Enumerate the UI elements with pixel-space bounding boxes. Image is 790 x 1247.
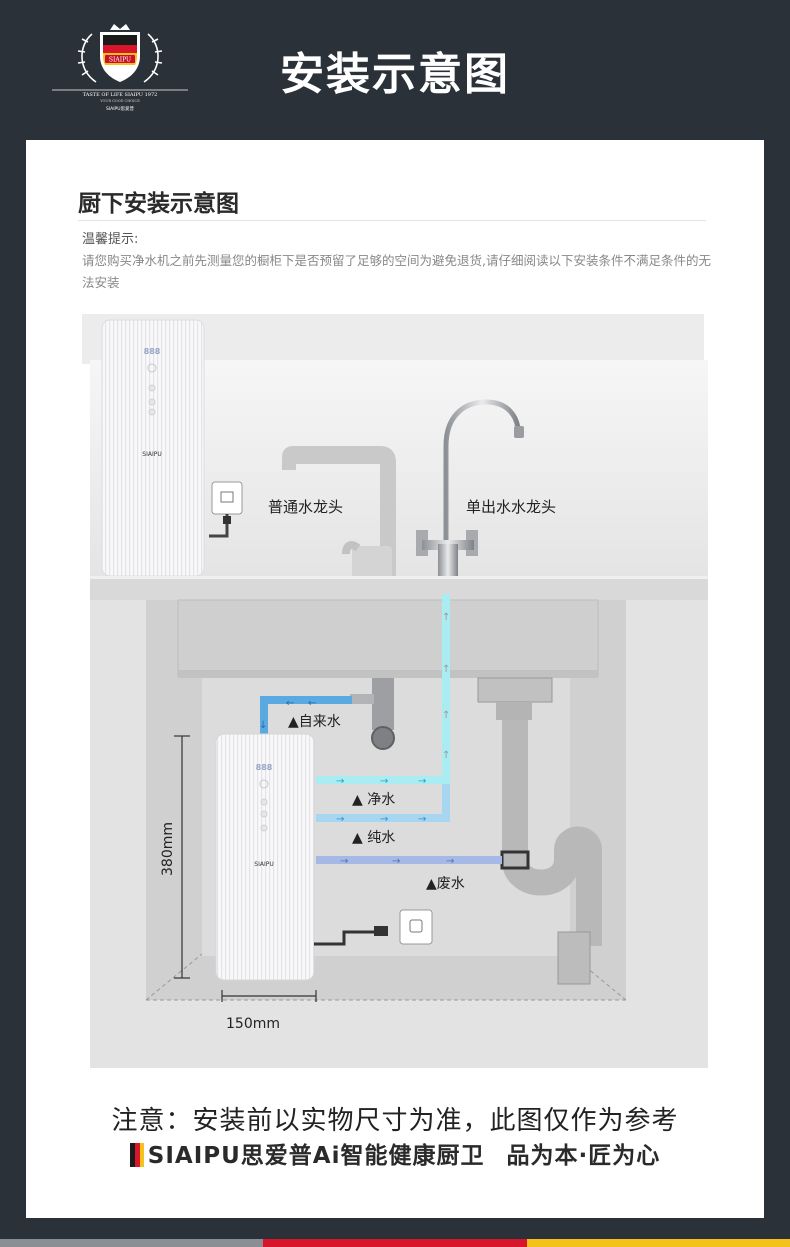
content-card: 厨下安装示意图 温馨提示: 请您购买净水机之前先测量您的橱柜下是否预留了足够的空… xyxy=(26,140,764,1218)
svg-text:→: → xyxy=(392,856,400,867)
label-single-faucet: 单出水水龙头 xyxy=(466,498,556,516)
brand-slogan: 品为本·匠为心 xyxy=(506,1143,661,1169)
tip-text: 请您购买净水机之前先测量您的橱柜下是否预留了足够的空间为避免退货,请仔细阅读以下… xyxy=(82,253,711,290)
sink-basin xyxy=(177,599,599,678)
svg-text:←: ← xyxy=(308,698,316,709)
svg-text:↑: ↑ xyxy=(442,612,450,623)
page: SIAIPU TASTE OF LIFE SIAIPU 1972 YOUR GO… xyxy=(0,0,790,1247)
page-title: 安装示意图 xyxy=(280,49,510,100)
svg-text:↑: ↑ xyxy=(442,710,450,721)
svg-text:→: → xyxy=(340,856,348,867)
svg-text:→: → xyxy=(380,776,388,787)
installation-diagram: 888 SIAIPU 普通水龙头 单出水水龙头 ← ← ↓ → → → ↑ ↑ … xyxy=(82,314,708,1068)
label-pure-water: ▲ 纯水 xyxy=(352,830,395,846)
brand-footer: SIAIPU思爱普Ai智能健康厨卫 品为本·匠为心 xyxy=(26,1136,764,1170)
svg-text:↑: ↑ xyxy=(442,664,450,675)
svg-text:→: → xyxy=(336,814,344,825)
svg-text:888: 888 xyxy=(256,763,273,772)
stripe-yellow xyxy=(527,1239,790,1247)
svg-text:←: ← xyxy=(286,698,294,709)
brand-line: SIAIPU思爱普Ai智能健康厨卫 xyxy=(147,1143,485,1169)
svg-text:→: → xyxy=(380,814,388,825)
purifier-top: 888 SIAIPU xyxy=(101,319,205,577)
stripe-red xyxy=(263,1239,527,1247)
svg-text:↑: ↑ xyxy=(442,750,450,761)
svg-text:↓: ↓ xyxy=(259,720,267,731)
label-tap-water: ▲自来水 xyxy=(288,714,341,730)
label-clean-water: ▲ 净水 xyxy=(352,792,395,808)
brand-mark-icon xyxy=(129,1143,144,1167)
svg-text:SIAIPU: SIAIPU xyxy=(142,451,161,458)
header: SIAIPU TASTE OF LIFE SIAIPU 1972 YOUR GO… xyxy=(0,0,790,140)
svg-text:→: → xyxy=(418,814,426,825)
tip-heading: 温馨提示: xyxy=(82,232,139,247)
svg-text:SIAIPU思爱普: SIAIPU思爱普 xyxy=(106,105,135,112)
section-divider xyxy=(78,220,706,221)
purifier-under-sink: 888 SIAIPU xyxy=(215,733,315,981)
svg-text:→: → xyxy=(418,776,426,787)
dimension-width-label: 150mm xyxy=(226,1016,280,1032)
svg-text:SIAIPU: SIAIPU xyxy=(254,861,273,868)
svg-text:→: → xyxy=(336,776,344,787)
section-title: 厨下安装示意图 xyxy=(78,191,239,217)
countertop xyxy=(90,576,708,600)
dimension-height-label: 380mm xyxy=(160,822,176,876)
svg-text:→: → xyxy=(446,856,454,867)
label-normal-faucet: 普通水龙头 xyxy=(268,498,343,516)
disclaimer-note: 注意：安装前以实物尺寸为准，此图仅作为参考 xyxy=(111,1106,679,1136)
stripe-gray xyxy=(0,1239,263,1247)
svg-text:888: 888 xyxy=(144,347,161,356)
label-waste-water: ▲废水 xyxy=(426,876,465,892)
